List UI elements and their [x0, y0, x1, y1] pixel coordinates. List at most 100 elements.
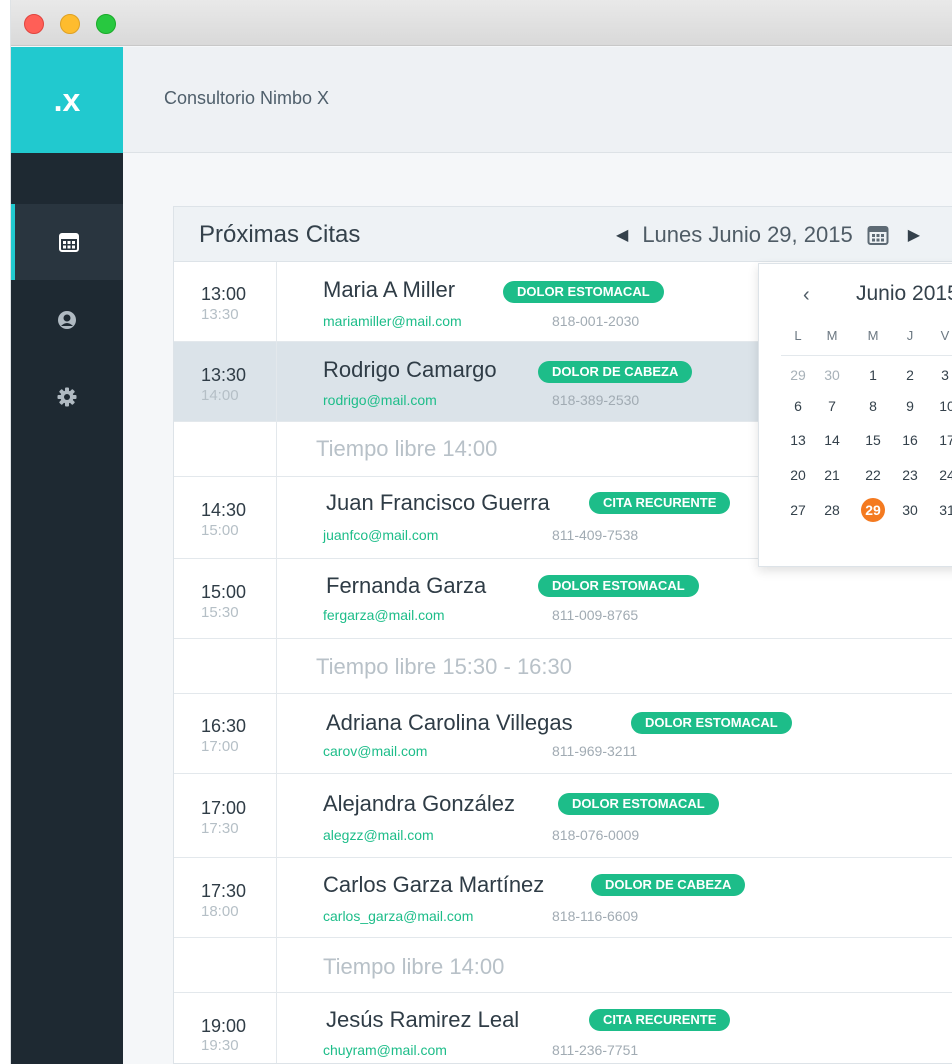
top-bar: Consultorio Nimbo X: [123, 47, 952, 153]
gear-icon: [57, 387, 77, 407]
time-column: [174, 422, 277, 476]
reason-badge: DOLOR DE CABEZA: [538, 361, 693, 383]
calendar-day[interactable]: 3: [933, 363, 952, 387]
start-time: 17:00: [201, 798, 247, 818]
calendar-day[interactable]: 31: [935, 498, 952, 522]
start-time: 17:30: [201, 881, 247, 901]
time-column: 19:00 19:30: [174, 993, 277, 1063]
calendar-day[interactable]: 20: [786, 463, 810, 487]
weekday-header: V: [940, 328, 950, 343]
calendar-day[interactable]: 10: [935, 394, 952, 418]
calendar-month-label: Junio 2015: [856, 282, 952, 305]
sidebar-item-profile[interactable]: [11, 282, 123, 358]
reason-badge: DOLOR DE CABEZA: [591, 874, 746, 896]
patient-name: Maria A Miller: [323, 277, 456, 302]
weekday-header: J: [906, 328, 914, 343]
appointment-row[interactable]: 17:30 18:00 Carlos Garza Martínez DOLOR …: [174, 858, 952, 938]
next-day-button[interactable]: ▶: [908, 225, 920, 245]
start-time: 19:00: [201, 1016, 247, 1036]
time-column: 14:30 15:00: [174, 477, 277, 558]
appointment-row[interactable]: 15:00 15:30 Fernanda Garza DOLOR ESTOMAC…: [174, 559, 952, 639]
calendar-day[interactable]: 16: [898, 428, 922, 452]
calendar-day[interactable]: 17: [935, 428, 952, 452]
previous-day-button[interactable]: ◀: [616, 225, 628, 245]
patient-name: Carlos Garza Martínez: [323, 872, 545, 897]
calendar-day[interactable]: 9: [898, 394, 922, 418]
patient-name: Rodrigo Camargo: [323, 357, 497, 382]
calendar-day[interactable]: 2: [898, 363, 922, 387]
patient-name: Alejandra González: [323, 791, 516, 816]
patient-phone: 818-116-6609: [552, 908, 639, 924]
time-column: 17:30 18:00: [174, 858, 277, 937]
panel-header: Próximas Citas ◀ Lunes Junio 29, 2015 ▶: [174, 207, 952, 262]
calendar-day[interactable]: 1: [861, 363, 885, 387]
patient-phone: 811-236-7751: [552, 1042, 639, 1058]
app-name: Consultorio Nimbo X: [164, 88, 330, 108]
close-window-button[interactable]: [24, 14, 44, 34]
app-logo[interactable]: .x: [11, 47, 123, 153]
patient-phone: 818-001-2030: [552, 313, 640, 329]
calendar-day[interactable]: 13: [786, 428, 810, 452]
patient-phone: 818-076-0009: [552, 827, 640, 843]
user-icon: [58, 311, 76, 329]
calendar-day[interactable]: 6: [786, 394, 810, 418]
patient-email[interactable]: chuyram@mail.com: [323, 1042, 447, 1058]
calendar-day-selected[interactable]: 29: [861, 498, 885, 522]
end-time: 17:30: [201, 820, 239, 837]
start-time: 15:00: [201, 582, 247, 602]
patient-email[interactable]: juanfco@mail.com: [323, 527, 438, 543]
patient-phone: 818-389-2530: [552, 392, 640, 408]
patient-name: Jesús Ramirez Leal: [326, 1007, 520, 1032]
calendar-day[interactable]: 8: [861, 394, 885, 418]
appointment-row[interactable]: 16:30 17:00 Adriana Carolina Villegas DO…: [174, 694, 952, 774]
patient-phone: 811-009-8765: [552, 607, 639, 623]
patient-phone: 811-409-7538: [552, 527, 639, 543]
patient-email[interactable]: mariamiller@mail.com: [323, 313, 462, 329]
sidebar-item-settings[interactable]: [11, 359, 123, 435]
calendar-day[interactable]: 29: [786, 363, 810, 387]
minimize-window-button[interactable]: [60, 14, 80, 34]
time-column: [174, 938, 277, 992]
calendar-day[interactable]: 23: [898, 463, 922, 487]
start-time: 16:30: [201, 716, 247, 736]
calendar-day[interactable]: 14: [820, 428, 844, 452]
time-column: 13:30 14:00: [174, 342, 277, 421]
time-column: 13:00 13:30: [174, 262, 277, 341]
calendar-day[interactable]: 22: [861, 463, 885, 487]
previous-month-button[interactable]: ‹: [803, 284, 810, 307]
calendar-divider: [781, 355, 952, 356]
calendar-day[interactable]: 24: [935, 463, 952, 487]
weekday-header: M: [826, 328, 838, 343]
end-time: 13:30: [201, 306, 239, 323]
calendar-day[interactable]: 28: [820, 498, 844, 522]
free-time-row[interactable]: Tiempo libre 15:30 - 16:30: [174, 639, 952, 694]
patient-name: Juan Francisco Guerra: [326, 490, 550, 515]
end-time: 17:00: [201, 738, 239, 755]
calendar-day[interactable]: 30: [898, 498, 922, 522]
patient-email[interactable]: carov@mail.com: [323, 743, 427, 759]
calendar-day[interactable]: 7: [820, 394, 844, 418]
appointment-row[interactable]: 17:00 17:30 Alejandra González DOLOR EST…: [174, 774, 952, 858]
start-time: 13:30: [201, 365, 247, 385]
end-time: 14:00: [201, 387, 239, 404]
maximize-window-button[interactable]: [96, 14, 116, 34]
calendar-day[interactable]: 15: [861, 428, 885, 452]
patient-email[interactable]: rodrigo@mail.com: [323, 392, 437, 408]
calendar-day[interactable]: 30: [820, 363, 844, 387]
free-time-row[interactable]: Tiempo libre 14:00: [174, 938, 952, 993]
calendar-day[interactable]: 27: [786, 498, 810, 522]
appointment-row[interactable]: 19:00 19:30 Jesús Ramirez Leal CITA RECU…: [174, 993, 952, 1063]
patient-email[interactable]: fergarza@mail.com: [323, 607, 445, 623]
sidebar-item-calendar[interactable]: [11, 204, 123, 280]
end-time: 15:30: [201, 604, 239, 621]
current-date: Lunes Junio 29, 2015: [642, 222, 853, 247]
patient-email[interactable]: carlos_garza@mail.com: [323, 908, 473, 924]
reason-badge: DOLOR ESTOMACAL: [538, 575, 699, 597]
reason-badge: DOLOR ESTOMACAL: [558, 793, 719, 815]
calendar-icon: [867, 226, 889, 245]
calendar-day[interactable]: 21: [820, 463, 844, 487]
sidebar: [11, 153, 123, 1064]
calendar-toggle-button[interactable]: [865, 222, 891, 248]
patient-email[interactable]: alegzz@mail.com: [323, 827, 434, 843]
end-time: 18:00: [201, 903, 239, 920]
